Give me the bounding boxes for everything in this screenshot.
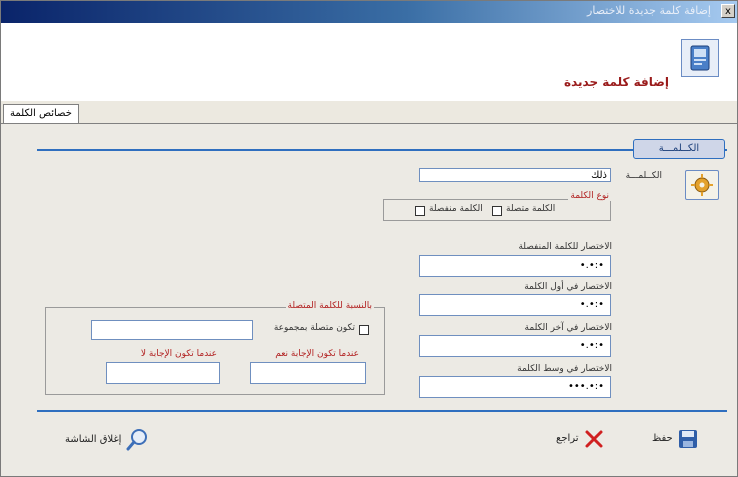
tab-word-properties[interactable]: خصائص الكلمة: [3, 104, 79, 123]
gear-icon: [685, 170, 719, 200]
word-label: الكــلمـــة: [625, 171, 662, 181]
book-icon: [681, 39, 719, 77]
word-properties-panel: الكــلمـــة الكــلمـــة ذلك نوع الكلمة ا…: [1, 124, 737, 476]
connected-label: الكلمة متصلة: [506, 204, 556, 214]
abbr-separated-label: الاختصار للكلمة المنفصلة: [518, 242, 612, 252]
yes-input[interactable]: [250, 362, 366, 384]
undo-label: تراجع: [556, 433, 579, 444]
abbr-middle-input[interactable]: •:•.•••: [419, 376, 611, 398]
word-type-legend: نوع الكلمة: [568, 191, 611, 201]
close-screen-button[interactable]: إغلاق الشاشة: [65, 426, 155, 452]
window-title: إضافة كلمة جديدة للاختصار: [587, 4, 711, 17]
group-label: تكون متصلة بمجموعة: [273, 323, 355, 333]
abbr-separated-input[interactable]: •:•.•: [419, 255, 611, 277]
red-x-icon: [584, 429, 604, 452]
header-panel: إضافة كلمة جديدة: [1, 23, 737, 102]
word-input[interactable]: ذلك: [419, 168, 611, 182]
abbr-end-label: الاختصار في آخر الكلمة: [524, 323, 612, 333]
save-button[interactable]: حفظ: [652, 427, 702, 451]
section-divider: [37, 149, 727, 151]
yes-label: عندما تكون الإجابة نعم: [275, 349, 359, 359]
connected-word-legend: بالنسبة للكلمة المتصلة: [285, 301, 374, 311]
no-label: عندما تكون الإجابة لا: [140, 349, 217, 359]
abbr-start-input[interactable]: •:•.•: [419, 294, 611, 316]
window-close-button[interactable]: x: [721, 4, 735, 18]
separated-label: الكلمة منفصلة: [429, 204, 483, 214]
section-tab-word: الكــلمـــة: [633, 139, 725, 159]
group-input[interactable]: [91, 320, 253, 340]
app-window: إضافة كلمة جديدة للاختصار x إضافة كلمة ج…: [0, 0, 738, 477]
connected-checkbox[interactable]: [492, 206, 502, 216]
page-title: إضافة كلمة جديدة: [563, 75, 669, 89]
save-label: حفظ: [652, 433, 673, 444]
close-screen-label: إغلاق الشاشة: [65, 434, 122, 445]
abbr-end-input[interactable]: •:•.•: [419, 335, 611, 357]
tab-strip: خصائص الكلمة: [1, 101, 737, 124]
abbr-start-label: الاختصار في أول الكلمة: [524, 282, 612, 292]
undo-button[interactable]: تراجع: [556, 427, 612, 451]
magnifier-icon: [125, 428, 149, 455]
floppy-disk-icon: [678, 429, 698, 452]
separated-checkbox[interactable]: [415, 206, 425, 216]
group-checkbox[interactable]: [359, 325, 369, 335]
abbr-middle-label: الاختصار في وسط الكلمة: [517, 364, 612, 374]
footer-divider: [37, 410, 727, 412]
title-bar[interactable]: إضافة كلمة جديدة للاختصار x: [1, 1, 737, 23]
no-input[interactable]: [106, 362, 220, 384]
